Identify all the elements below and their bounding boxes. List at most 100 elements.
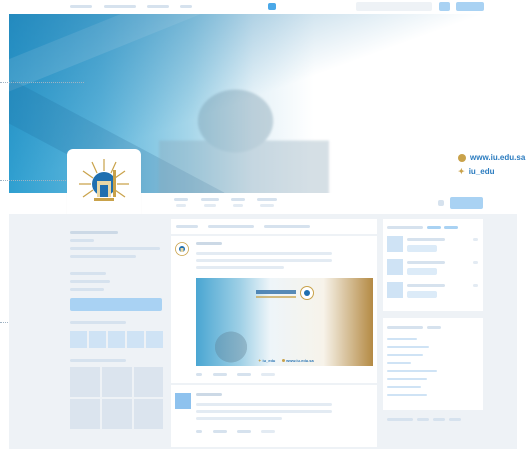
- more-action[interactable]: [261, 430, 275, 433]
- banner-twitter-text: iu_edu: [468, 167, 495, 176]
- tab-tweets[interactable]: [176, 225, 198, 228]
- media-thumbnail[interactable]: [70, 367, 100, 397]
- follower-avatar[interactable]: [108, 331, 125, 348]
- footer-link[interactable]: [417, 418, 429, 421]
- logo-icon: [300, 286, 314, 300]
- profile-bio-line: [70, 247, 160, 250]
- follow-button[interactable]: [407, 291, 437, 298]
- follower-avatar[interactable]: [89, 331, 106, 348]
- profile-meta-link[interactable]: [70, 280, 110, 283]
- dismiss-icon[interactable]: [473, 284, 478, 287]
- tweet-text-line: [196, 403, 332, 406]
- banner-building-image: [159, 69, 329, 199]
- trend-item[interactable]: [387, 346, 429, 348]
- trend-item[interactable]: [387, 386, 421, 388]
- media-thumbnail[interactable]: [134, 399, 163, 429]
- who-to-follow-panel: [383, 219, 483, 311]
- tab-item[interactable]: [174, 198, 188, 201]
- tab-media[interactable]: [264, 225, 310, 228]
- banner-website-text: www.iu.edu.sa: [470, 153, 526, 162]
- retweet-action[interactable]: [213, 373, 227, 376]
- tweet-avatar[interactable]: [175, 242, 189, 256]
- change-link[interactable]: [427, 326, 441, 329]
- tab-item-sub: [204, 204, 216, 207]
- search-input[interactable]: [356, 2, 432, 11]
- tab-item[interactable]: [257, 198, 277, 201]
- trend-item[interactable]: [387, 362, 411, 364]
- trend-item[interactable]: [387, 354, 423, 356]
- account-button[interactable]: [456, 2, 484, 11]
- reply-action[interactable]: [196, 430, 202, 433]
- banner-website: www.iu.edu.sa: [458, 153, 525, 162]
- tweet-author[interactable]: [196, 393, 222, 396]
- nav-link[interactable]: [147, 5, 169, 8]
- twitter-icon: ✦: [458, 167, 465, 176]
- trends-panel: [383, 318, 483, 410]
- reply-action[interactable]: [196, 373, 202, 376]
- view-all-link[interactable]: [444, 226, 458, 229]
- profile-avatar[interactable]: [69, 151, 139, 221]
- refresh-link[interactable]: [427, 226, 441, 229]
- follower-avatar[interactable]: [127, 331, 144, 348]
- tweet-image[interactable]: ✦ iu_edu www.iu.edu.sa: [196, 278, 373, 366]
- more-action[interactable]: [261, 373, 275, 376]
- panel-title: [387, 226, 423, 229]
- trend-item[interactable]: [387, 338, 417, 340]
- profile-meta-location: [70, 272, 106, 275]
- suggestion-avatar[interactable]: [387, 236, 403, 252]
- logo-icon[interactable]: [268, 3, 276, 10]
- suggestion-name[interactable]: [407, 284, 445, 287]
- like-action[interactable]: [237, 430, 251, 433]
- follow-button[interactable]: [407, 245, 437, 252]
- tweet-card[interactable]: [171, 385, 377, 447]
- nav-link[interactable]: [104, 5, 136, 8]
- more-options-icon[interactable]: [438, 200, 444, 206]
- tweet-text-line: [196, 266, 284, 269]
- like-action[interactable]: [237, 373, 251, 376]
- media-thumbnail[interactable]: [102, 367, 132, 397]
- follower-avatar[interactable]: [70, 331, 87, 348]
- tweet-author[interactable]: [196, 242, 222, 245]
- guide-line: [0, 180, 80, 181]
- footer-link[interactable]: [387, 418, 413, 421]
- image-website: www.iu.edu.sa: [282, 358, 314, 363]
- media-thumbnail[interactable]: [102, 399, 132, 429]
- footer-link[interactable]: [449, 418, 461, 421]
- timeline-tabs: [171, 219, 377, 234]
- tab-tweets-replies[interactable]: [208, 225, 254, 228]
- image-logo-subtext: [256, 296, 296, 298]
- tab-item[interactable]: [201, 198, 219, 201]
- followers-you-know-title: [70, 321, 126, 324]
- banner-twitter: ✦ iu_edu: [458, 167, 494, 176]
- tab-item-sub: [260, 204, 274, 207]
- trend-item[interactable]: [387, 378, 427, 380]
- dismiss-icon[interactable]: [473, 238, 478, 241]
- top-navigation: [0, 0, 527, 14]
- trend-item[interactable]: [387, 370, 437, 372]
- suggestion-avatar[interactable]: [387, 282, 403, 298]
- suggestion-name[interactable]: [407, 261, 445, 264]
- footer-link[interactable]: [433, 418, 445, 421]
- suggestion-avatar[interactable]: [387, 259, 403, 275]
- suggestion-name[interactable]: [407, 238, 445, 241]
- follower-avatar[interactable]: [146, 331, 163, 348]
- follow-button[interactable]: [407, 268, 437, 275]
- nav-link[interactable]: [70, 5, 92, 8]
- dismiss-icon[interactable]: [473, 261, 478, 264]
- retweet-action[interactable]: [213, 430, 227, 433]
- search-button[interactable]: [439, 2, 450, 11]
- panel-title: [387, 326, 423, 329]
- profile-bio-line: [70, 255, 136, 258]
- trend-item[interactable]: [387, 394, 427, 396]
- guide-line: [0, 82, 84, 83]
- media-thumbnail[interactable]: [70, 399, 100, 429]
- media-thumbnail[interactable]: [134, 367, 163, 397]
- tab-item-sub: [176, 204, 186, 207]
- nav-link[interactable]: [180, 5, 192, 8]
- tweet-avatar[interactable]: [175, 393, 191, 409]
- follow-button[interactable]: [450, 197, 483, 209]
- tab-item-sub: [233, 204, 243, 207]
- tweet-to-button[interactable]: [70, 298, 162, 311]
- tab-item[interactable]: [231, 198, 245, 201]
- twitter-icon: ✦: [258, 358, 262, 363]
